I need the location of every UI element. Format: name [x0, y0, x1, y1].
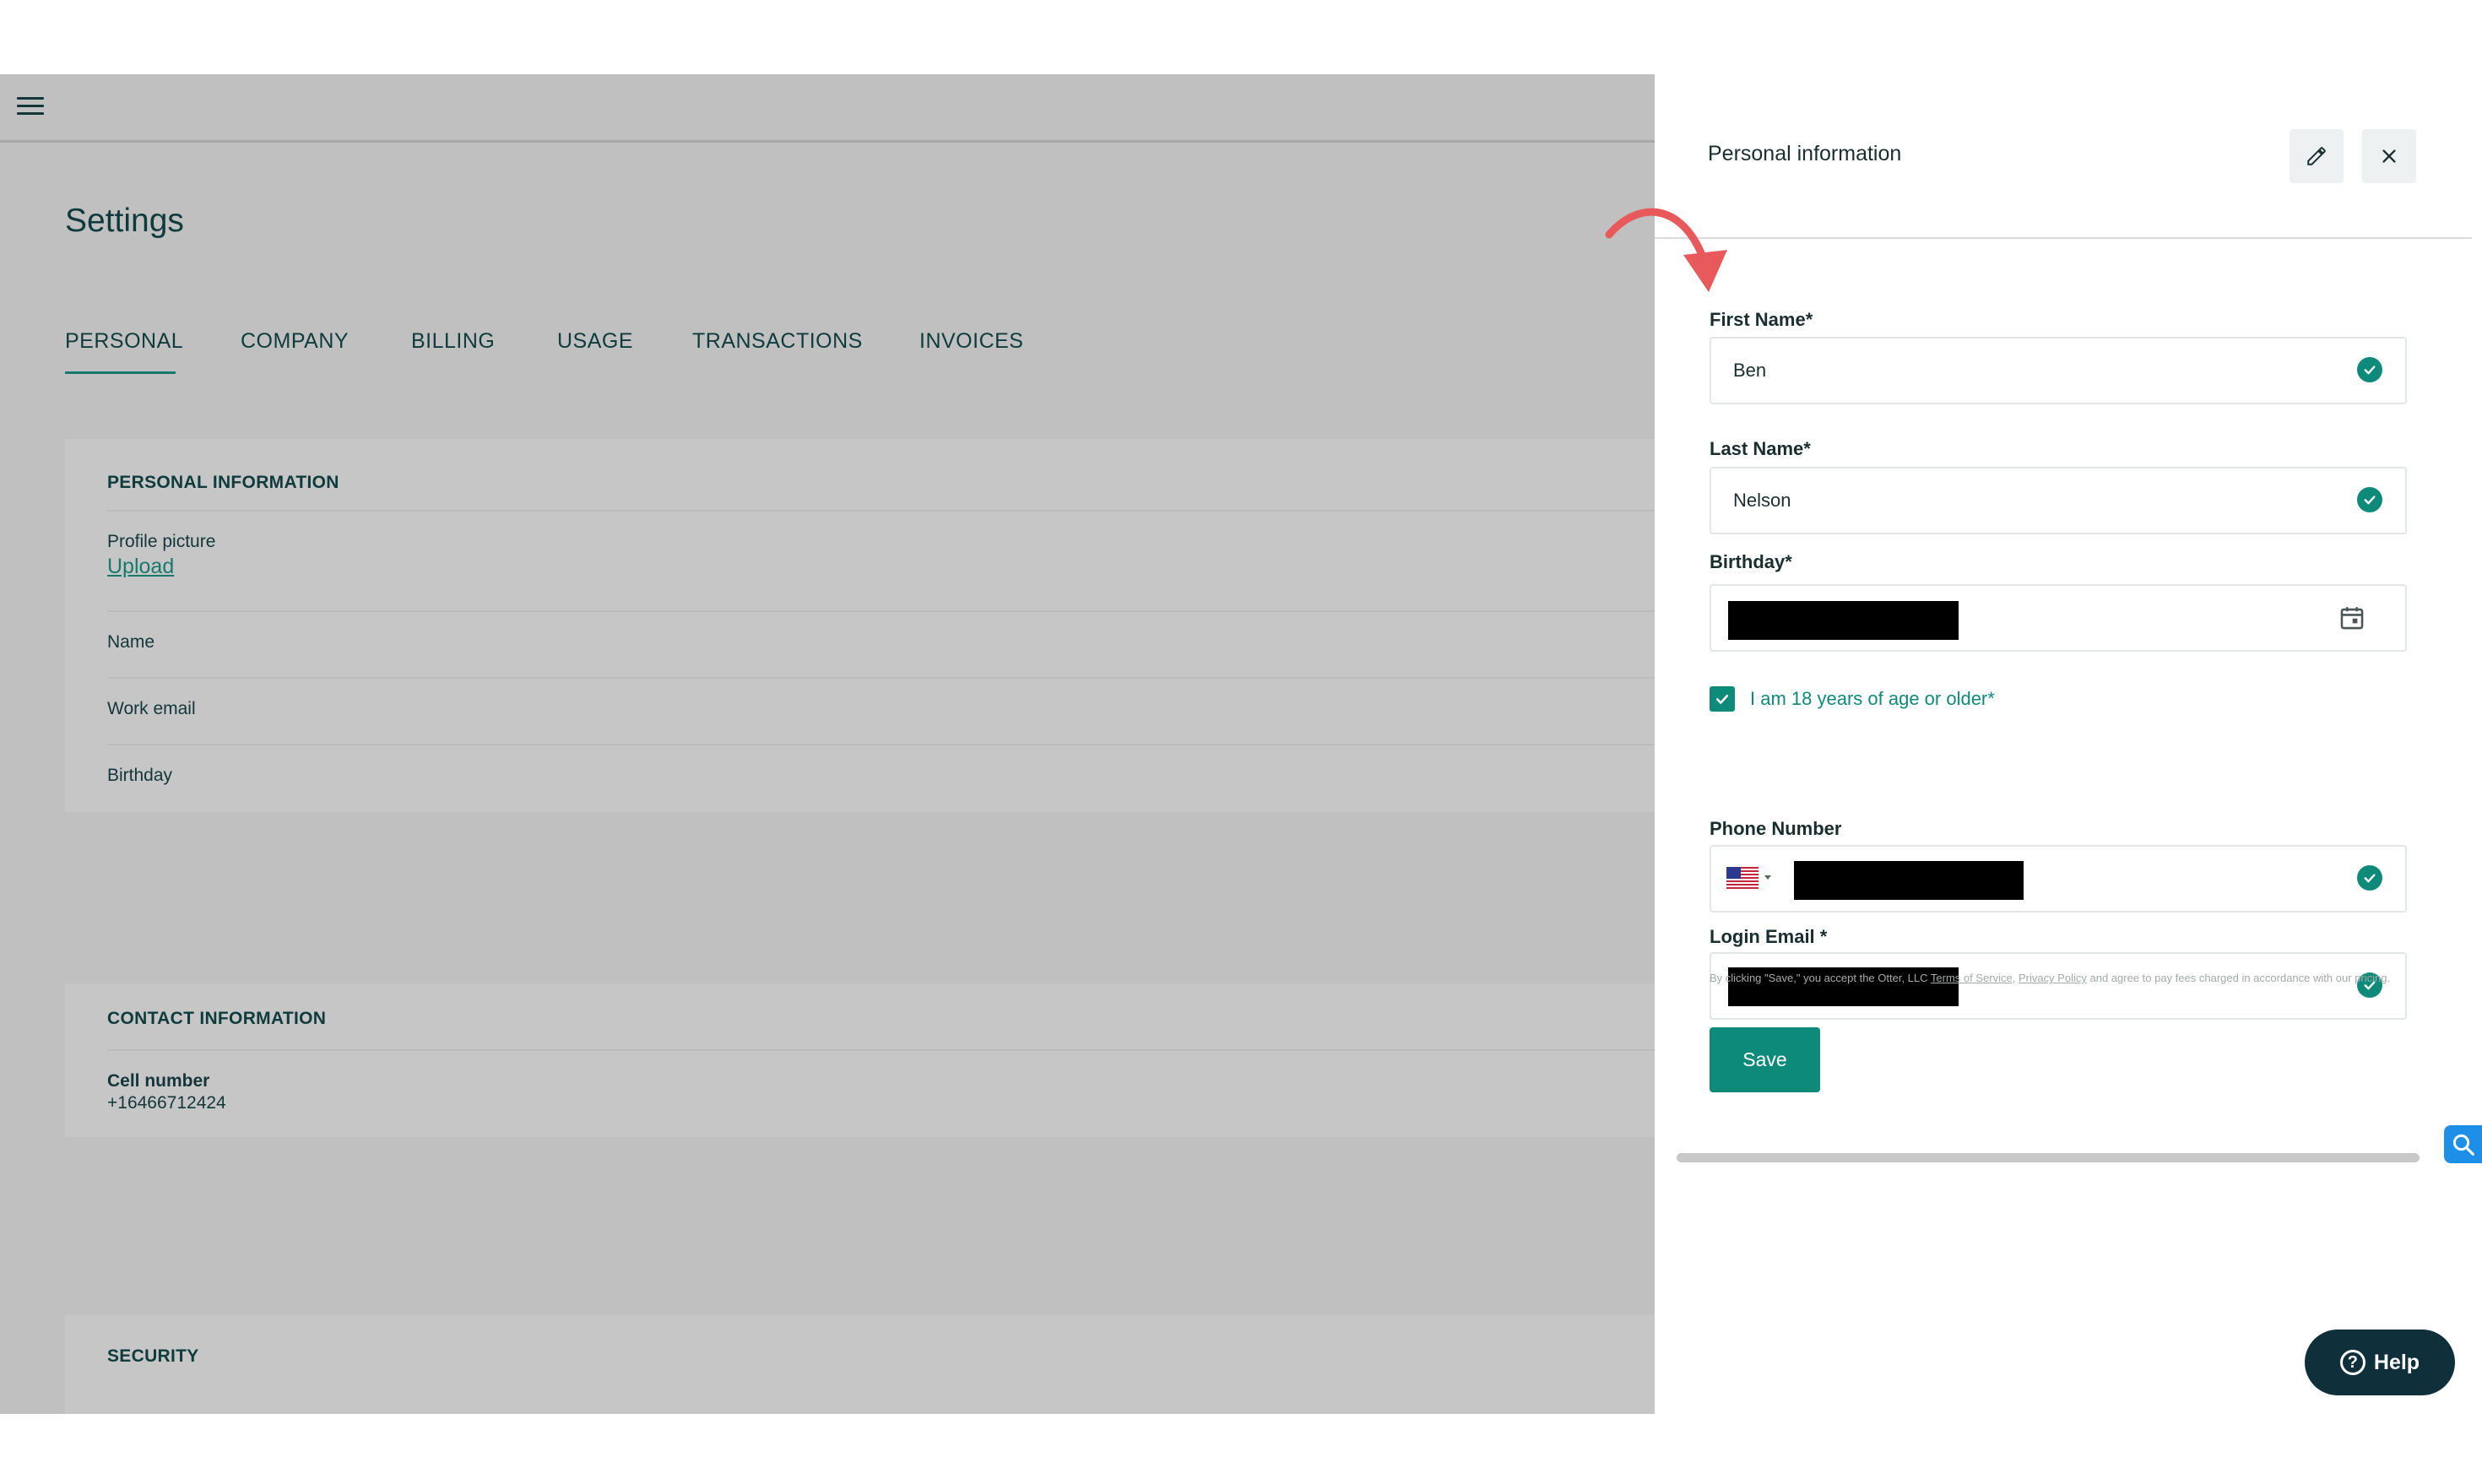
curved-arrow-icon [1605, 208, 1727, 292]
work-email-row-label: Work email [107, 699, 196, 718]
cell-number-value: +16466712424 [107, 1093, 226, 1113]
phone-number-field[interactable] [1710, 845, 2407, 913]
last-name-field[interactable]: Nelson [1710, 467, 2407, 534]
pencil-icon [2307, 147, 2326, 165]
birthday-row-label: Birthday [107, 766, 173, 785]
age-checkbox[interactable] [1710, 686, 1735, 712]
terms-notice: By clicking "Save," you accept the Otter… [1710, 972, 2410, 985]
contact-information-card: CONTACT INFORMATION Cell number +1646671… [65, 983, 1655, 1137]
first-name-value: Ben [1733, 360, 1767, 381]
save-button[interactable]: Save [1710, 1027, 1820, 1092]
settings-page-background: Settings PERSONAL COMPANY BILLING USAGE … [0, 74, 1655, 1414]
search-tool-icon [2452, 1134, 2474, 1156]
privacy-policy-link[interactable]: Privacy Policy [2019, 972, 2087, 984]
age-checkbox-label[interactable]: I am 18 years of age or older* [1750, 688, 1995, 710]
redacted-birthday-value [1728, 601, 1959, 640]
search-tool-button[interactable] [2444, 1125, 2482, 1163]
divider [107, 1049, 1655, 1051]
personal-information-card: PERSONAL INFORMATION Profile picture Upl… [65, 439, 1655, 812]
close-icon [2382, 149, 2396, 163]
redacted-phone-value [1794, 861, 2024, 900]
upload-link[interactable]: Upload [107, 555, 174, 579]
tab-billing[interactable]: BILLING [411, 329, 495, 354]
birthday-field[interactable] [1710, 584, 2407, 652]
terms-prefix: By clicking "Save," you accept the Otter… [1710, 972, 1931, 984]
close-button[interactable] [2362, 129, 2416, 183]
us-flag-icon [1726, 867, 1759, 889]
help-button[interactable]: ? Help [2305, 1330, 2455, 1395]
top-bar [0, 74, 1655, 143]
first-name-field[interactable]: Ben [1710, 337, 2407, 404]
tab-personal[interactable]: PERSONAL [65, 329, 183, 354]
birthday-label: Birthday* [1710, 551, 1792, 572]
personal-information-panel: Personal information First Name* Ben Las… [1655, 74, 2482, 1414]
last-name-label: Last Name* [1710, 438, 1811, 459]
menu-icon[interactable] [17, 97, 44, 119]
tab-transactions[interactable]: TRANSACTIONS [692, 329, 863, 354]
divider [107, 510, 1655, 512]
contact-information-heading: CONTACT INFORMATION [107, 1009, 327, 1028]
last-name-value: Nelson [1733, 490, 1791, 511]
page-title: Settings [65, 203, 184, 239]
login-email-field[interactable] [1710, 952, 2407, 1020]
panel-header-divider [1655, 237, 2472, 239]
check-circle-icon [2357, 865, 2382, 891]
divider [107, 677, 1655, 679]
security-card: SECURITY [65, 1315, 1655, 1414]
security-heading: SECURITY [107, 1346, 199, 1366]
tab-usage[interactable]: USAGE [557, 329, 633, 354]
profile-picture-label: Profile picture [107, 532, 216, 551]
chevron-down-icon [1764, 875, 1771, 880]
calendar-icon[interactable] [2338, 603, 2366, 637]
edit-button[interactable] [2290, 129, 2344, 183]
terms-suffix: and agree to pay fees charged in accorda… [2086, 972, 2391, 984]
terms-of-service-link[interactable]: Terms of Service [1931, 972, 2013, 984]
login-email-label: Login Email * [1710, 926, 1828, 947]
name-row-label: Name [107, 632, 155, 652]
country-selector[interactable] [1726, 867, 1772, 889]
cell-number-label: Cell number [107, 1071, 210, 1091]
tab-invoices[interactable]: INVOICES [919, 329, 1023, 354]
phone-number-label: Phone Number [1710, 818, 1842, 839]
terms-separator: , [2012, 972, 2019, 984]
personal-information-heading: PERSONAL INFORMATION [107, 473, 339, 492]
help-icon: ? [2339, 1350, 2365, 1375]
first-name-label: First Name* [1710, 309, 1813, 330]
divider [107, 610, 1655, 612]
active-tab-indicator [65, 371, 176, 374]
check-circle-icon [2357, 487, 2382, 512]
horizontal-scrollbar[interactable] [1677, 1153, 2420, 1162]
panel-title: Personal information [1708, 142, 1902, 165]
tab-company[interactable]: COMPANY [241, 329, 349, 354]
help-label: Help [2373, 1350, 2420, 1374]
divider [107, 744, 1655, 745]
check-circle-icon [2357, 357, 2382, 382]
